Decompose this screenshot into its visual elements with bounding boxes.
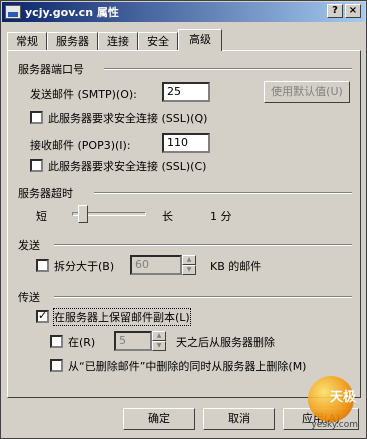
- advanced-panel: 服务器端口号 发送邮件 (SMTP)(O): 25 使用默认值(U) 此服务器要…: [7, 50, 361, 398]
- watermark-site: yesky.com: [311, 420, 358, 430]
- pop3-port-input[interactable]: 110: [162, 133, 210, 153]
- remove-after-checkbox[interactable]: [50, 335, 63, 348]
- remove-deleted-checkbox[interactable]: [50, 359, 63, 372]
- spin-down-icon[interactable]: ▼: [182, 265, 196, 275]
- tab-security[interactable]: 安全: [138, 32, 178, 51]
- pop3-ssl-checkbox[interactable]: [30, 159, 43, 172]
- mail-account-icon: [5, 5, 21, 19]
- remove-after-suffix: 天之后从服务器删除: [176, 336, 275, 349]
- smtp-ssl-checkbox[interactable]: [30, 111, 43, 124]
- delivery-group-title: 传送: [18, 291, 40, 304]
- smtp-ssl-label: 此服务器要求安全连接 (SSL)(Q): [48, 112, 208, 125]
- ok-button[interactable]: 确定: [123, 408, 195, 430]
- tab-advanced[interactable]: 高级: [178, 29, 222, 51]
- split-messages-label: 拆分大于(B): [54, 260, 115, 273]
- title-bar: ycjy.gov.cn 属性 ? ×: [2, 2, 365, 22]
- spin-up-icon[interactable]: ▲: [182, 255, 196, 265]
- split-messages-checkbox[interactable]: [36, 259, 49, 272]
- timeout-long-label: 长: [162, 210, 173, 223]
- window-title: ycjy.gov.cn 属性: [25, 6, 119, 19]
- timeout-divider: [94, 192, 352, 194]
- timeout-slider-thumb[interactable]: [78, 205, 89, 223]
- close-button[interactable]: ×: [345, 4, 361, 18]
- smtp-port-input[interactable]: 25: [162, 82, 210, 102]
- split-size-stepper[interactable]: ▲ ▼: [182, 255, 196, 275]
- remove-after-days-input[interactable]: 5: [114, 331, 152, 351]
- cancel-button[interactable]: 取消: [203, 408, 275, 430]
- send-group-title: 发送: [18, 239, 40, 252]
- tab-connection[interactable]: 连接: [98, 32, 138, 51]
- help-button[interactable]: ?: [327, 4, 343, 18]
- timeout-group-title: 服务器超时: [18, 187, 73, 200]
- pop3-ssl-label: 此服务器要求安全连接 (SSL)(C): [48, 160, 207, 173]
- split-size-input[interactable]: 60: [130, 255, 182, 275]
- tab-general[interactable]: 常规: [7, 32, 47, 51]
- tab-bar: 常规 服务器 连接 安全 高级: [7, 29, 222, 51]
- delivery-divider: [54, 296, 352, 298]
- properties-dialog: ycjy.gov.cn 属性 ? × 常规 服务器 连接 安全 高级 服务器端口…: [0, 0, 367, 439]
- send-divider: [54, 244, 352, 246]
- smtp-port-label: 发送邮件 (SMTP)(O):: [30, 88, 137, 101]
- keep-copy-checkbox[interactable]: [36, 309, 49, 323]
- keep-copy-label: 在服务器上保留邮件副本(L): [53, 308, 191, 326]
- remove-after-stepper[interactable]: ▲ ▼: [152, 331, 166, 351]
- yesky-watermark: 天极 yesky.com: [294, 376, 364, 436]
- remove-deleted-label: 从“已删除邮件”中删除的同时从服务器上删除(M): [68, 360, 307, 373]
- remove-after-label: 在(R): [68, 336, 96, 349]
- use-defaults-button[interactable]: 使用默认值(U): [264, 81, 350, 103]
- timeout-short-label: 短: [36, 210, 47, 223]
- split-unit-label: KB 的邮件: [210, 260, 262, 273]
- ports-divider: [104, 68, 352, 70]
- pop3-port-label: 接收邮件 (POP3)(I):: [30, 139, 131, 152]
- ports-group-title: 服务器端口号: [18, 63, 84, 76]
- watermark-brand: 天极: [329, 390, 356, 405]
- spin-up-icon[interactable]: ▲: [152, 331, 166, 341]
- timeout-value: 1 分: [210, 210, 232, 223]
- tab-servers[interactable]: 服务器: [47, 32, 98, 51]
- spin-down-icon[interactable]: ▼: [152, 341, 166, 351]
